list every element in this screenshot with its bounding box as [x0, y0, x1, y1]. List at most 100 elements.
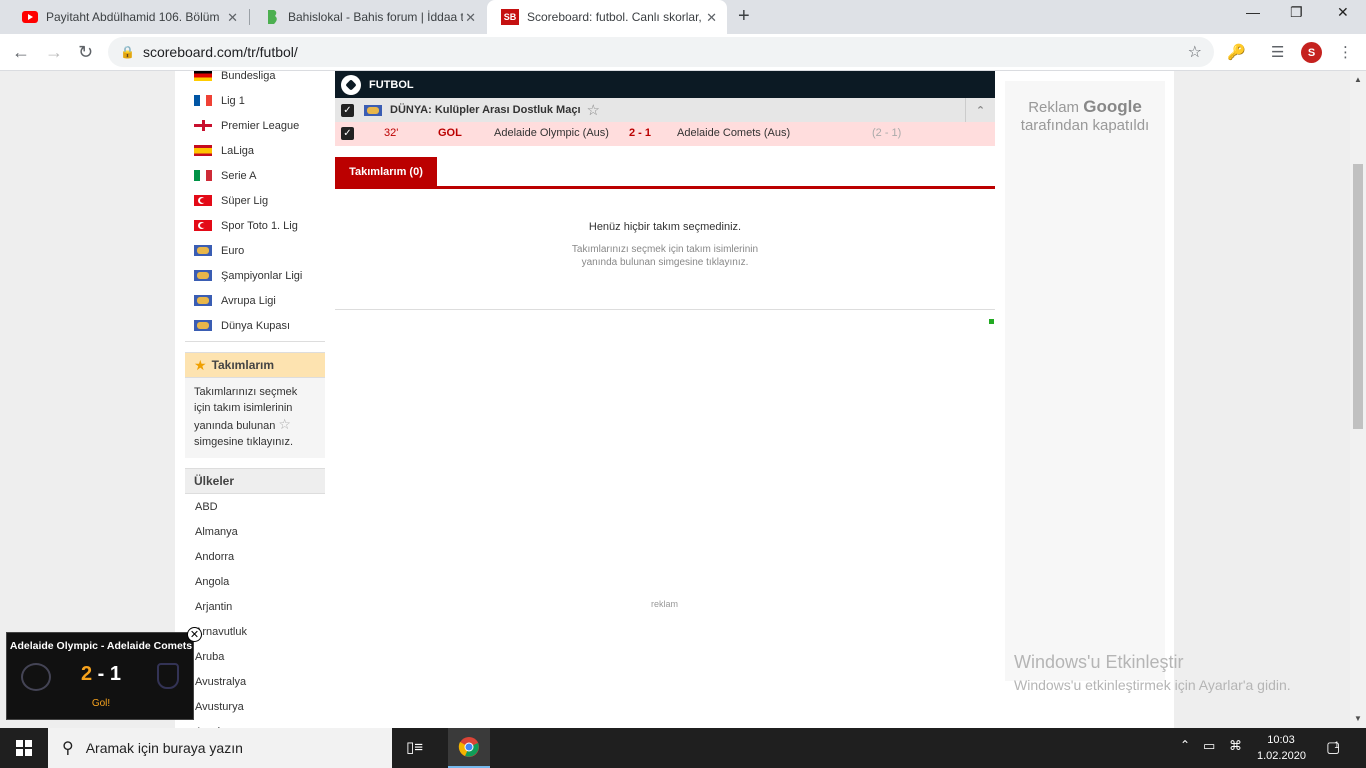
league-label[interactable]: Euro	[221, 245, 244, 257]
ad-box: Reklam Google tarafından kapatıldı	[1005, 81, 1165, 681]
browser-tab-scoreboard[interactable]: SB Scoreboard: futbol. Canlı skorlar, ✕	[487, 0, 727, 34]
popup-status: Gol!	[91, 698, 111, 709]
italy-flag-icon	[194, 170, 212, 181]
country-item[interactable]: Angola	[185, 569, 325, 594]
checkbox-checked-icon[interactable]: ✓	[341, 103, 354, 117]
media-queue-icon[interactable]: ☰	[1271, 43, 1284, 61]
league-label[interactable]: Lig 1	[221, 95, 245, 107]
country-item[interactable]: Arjantin	[185, 594, 325, 619]
scroll-thumb[interactable]	[1353, 164, 1363, 429]
search-icon: ⚲	[62, 740, 74, 757]
league-item[interactable]: Premier League	[185, 113, 325, 138]
league-label[interactable]: LaLiga	[221, 145, 254, 157]
away-team[interactable]: Adelaide Comets (Aus)	[677, 127, 790, 139]
new-tab-button[interactable]: +	[738, 5, 750, 28]
back-icon[interactable]: ←	[12, 42, 30, 63]
notification-icon[interactable]: ▢1	[1326, 738, 1345, 756]
clock-time: 10:03	[1267, 734, 1295, 746]
forward-icon[interactable]: →	[45, 42, 63, 63]
league-item[interactable]: Bundesliga	[185, 71, 325, 88]
menu-icon[interactable]: ⋮	[1338, 43, 1353, 61]
country-item[interactable]: Aruba	[185, 644, 325, 669]
home-team[interactable]: Adelaide Olympic (Aus)	[494, 127, 609, 139]
country-item[interactable]: Andorra	[185, 544, 325, 569]
world-flag-icon	[194, 320, 212, 331]
halftime-score: (2 - 1)	[872, 127, 902, 139]
sport-title: FUTBOL	[369, 78, 414, 91]
popup-close-icon[interactable]: ✕	[187, 627, 202, 642]
activation-watermark-text: Windows'u etkinleştirmek için Ayarlar'a …	[1014, 677, 1291, 693]
task-view-icon[interactable]: ▯≡	[406, 738, 423, 756]
empty-text: Takımlarınızı seçmek için takım isimleri…	[571, 244, 759, 268]
country-item[interactable]: Avusturya	[185, 694, 325, 719]
league-label[interactable]: Serie A	[221, 170, 256, 182]
youtube-icon	[22, 9, 38, 25]
comets-logo-icon	[157, 663, 179, 689]
league-label[interactable]: Şampiyonlar Ligi	[221, 270, 302, 282]
league-row[interactable]: ✓ DÜNYA: Kulüpler Arası Dostluk Maçı ☆ ⌃	[335, 98, 995, 122]
league-label[interactable]: Spor Toto 1. Lig	[221, 220, 298, 232]
left-sidebar: Bundesliga Lig 1 Premier League LaLiga S…	[185, 71, 325, 728]
popup-score-sep: -	[97, 663, 105, 685]
league-item[interactable]: Şampiyonlar Ligi	[185, 263, 325, 288]
page-scrollbar[interactable]: ▲ ▼	[1350, 71, 1366, 728]
league-label[interactable]: Avrupa Ligi	[221, 295, 276, 307]
league-name[interactable]: DÜNYA: Kulüpler Arası Dostluk Maçı	[390, 104, 581, 116]
league-item[interactable]: Spor Toto 1. Lig	[185, 213, 325, 238]
league-item[interactable]: Lig 1	[185, 88, 325, 113]
tab-close-icon[interactable]: ✕	[227, 10, 238, 26]
league-label[interactable]: Bundesliga	[221, 71, 275, 82]
chrome-taskbar-icon[interactable]	[448, 728, 490, 768]
popup-away-score: 1	[109, 663, 122, 685]
search-placeholder[interactable]: Aramak için buraya yazın	[86, 740, 243, 756]
checkbox-checked-icon[interactable]: ✓	[341, 127, 354, 140]
url-text[interactable]: scoreboard.com/tr/futbol/	[143, 44, 298, 60]
popup-home-score: 2	[80, 663, 93, 685]
browser-tab-youtube[interactable]: Payitaht Abdülhamid 106. Bölüm ✕	[8, 0, 248, 34]
league-item[interactable]: Süper Lig	[185, 188, 325, 213]
content-wrapper: Bundesliga Lig 1 Premier League LaLiga S…	[175, 71, 1174, 728]
league-label[interactable]: Premier League	[221, 120, 299, 132]
restore-icon[interactable]: ❐	[1290, 4, 1303, 21]
tab-close-icon[interactable]: ✕	[465, 10, 476, 26]
country-item[interactable]: Azerbaycan	[185, 719, 325, 729]
activation-watermark-title: Windows'u Etkinleştir	[1014, 652, 1184, 672]
tab-close-icon[interactable]: ✕	[706, 10, 717, 26]
browser-tab-bahislokal[interactable]: Bahislokal - Bahis forum | İddaa t ✕	[250, 0, 486, 34]
star-outline-icon[interactable]: ☆	[587, 101, 600, 119]
extension-icon[interactable]: 🔑	[1227, 43, 1246, 61]
scroll-down-icon[interactable]: ▼	[1354, 714, 1362, 723]
windows-start-icon[interactable]	[0, 728, 48, 768]
minimize-icon[interactable]: —	[1246, 4, 1260, 20]
scroll-up-icon[interactable]: ▲	[1354, 75, 1362, 84]
league-item[interactable]: Serie A	[185, 163, 325, 188]
score-popup[interactable]: Adelaide Olympic - Adelaide Comets 2 - 1…	[6, 632, 194, 720]
league-item[interactable]: Dünya Kupası	[185, 313, 325, 338]
country-item[interactable]: Arnavutluk	[185, 619, 325, 644]
reload-icon[interactable]: ↻	[78, 42, 93, 63]
scoreboard-icon: SB	[501, 9, 519, 25]
taskbar-search[interactable]: ⚲ Aramak için buraya yazın	[48, 728, 392, 768]
league-label[interactable]: Dünya Kupası	[221, 320, 290, 332]
country-item[interactable]: Avustralya	[185, 669, 325, 694]
league-label[interactable]: Süper Lig	[221, 195, 268, 207]
tab-myteams[interactable]: Takımlarım (0)	[335, 157, 437, 186]
country-item[interactable]: Almanya	[185, 519, 325, 544]
bookmark-star-icon[interactable]: ☆	[1188, 42, 1202, 62]
tray-chevron-icon[interactable]: ⌃	[1180, 738, 1190, 752]
taskbar-clock[interactable]: 10:03 1.02.2020	[1257, 732, 1306, 764]
notification-count: 1	[1334, 740, 1340, 750]
country-item[interactable]: ABD	[185, 494, 325, 519]
address-bar[interactable]: 🔒 scoreboard.com/tr/futbol/ ☆	[108, 37, 1214, 67]
match-score[interactable]: 2 - 1	[629, 127, 651, 139]
league-item[interactable]: Euro	[185, 238, 325, 263]
tab-strip: Payitaht Abdülhamid 106. Bölüm ✕ Bahislo…	[0, 0, 1366, 34]
league-item[interactable]: Avrupa Ligi	[185, 288, 325, 313]
wifi-icon[interactable]: ⌘	[1229, 738, 1242, 754]
window-close-icon[interactable]: ✕	[1337, 4, 1349, 21]
battery-icon[interactable]: ▭	[1203, 738, 1215, 754]
profile-avatar[interactable]: S	[1301, 42, 1322, 63]
league-item[interactable]: LaLiga	[185, 138, 325, 163]
collapse-icon[interactable]: ⌃	[965, 98, 995, 122]
match-row[interactable]: ✓ 32' GOL Adelaide Olympic (Aus) 2 - 1 A…	[335, 122, 995, 146]
